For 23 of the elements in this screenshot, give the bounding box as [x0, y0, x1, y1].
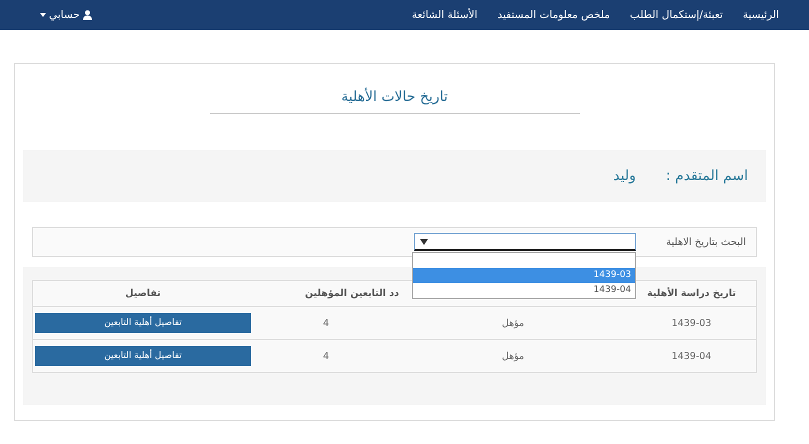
table-cell: 1439-04	[627, 340, 756, 372]
dropdown-arrow-icon	[420, 238, 428, 244]
details-button[interactable]: تفاصيل أهلية التابعين	[35, 346, 251, 366]
table-cell: مؤهل	[399, 340, 627, 372]
nav-link[interactable]: الرئيسية	[742, 9, 779, 21]
column-header: دد التابعين المؤهلين	[253, 280, 399, 306]
user-icon	[82, 10, 92, 20]
table-cell: مؤهل	[399, 306, 627, 340]
search-label: البحث بتاريخ الاهلية	[666, 236, 746, 248]
nav-link[interactable]: الأسئلة الشائعة	[412, 9, 478, 21]
table-cell: 4	[253, 340, 399, 372]
table-cell: 1439-03	[627, 306, 756, 340]
applicant-name: وليد	[613, 168, 636, 184]
caret-icon	[40, 13, 46, 17]
dropdown-option[interactable]: 1439-04	[413, 283, 636, 298]
nav-link[interactable]: تعبئة/إستكمال الطلب	[630, 9, 723, 21]
table-cell: 4	[253, 306, 399, 340]
details-button[interactable]: تفاصيل أهلية التابعين	[35, 313, 251, 333]
column-header: تفاصيل	[32, 280, 253, 306]
page-title: تاريخ حالات الأهلية	[340, 89, 449, 107]
applicant-label: اسم المتقدم :	[666, 168, 748, 184]
account-menu[interactable]: حسابي	[40, 9, 92, 21]
nav-link[interactable]: ملخص معلومات المستفيد	[497, 9, 610, 21]
